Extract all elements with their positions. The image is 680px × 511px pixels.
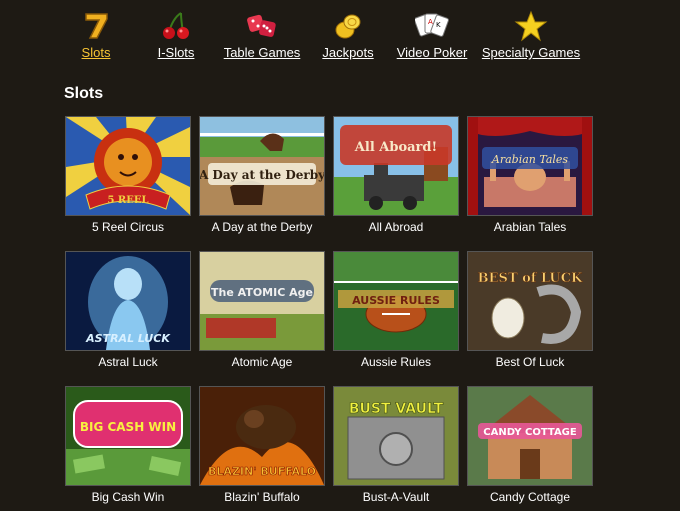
football-artwork: AUSSIE RULES	[334, 252, 458, 350]
svg-text:A: A	[428, 18, 433, 26]
game-logo-text: BLAZIN' BUFFALO	[208, 465, 316, 478]
game-tile-candy-cottage[interactable]: CANDY COTTAGE Candy Cottage	[467, 386, 593, 504]
game-title[interactable]: Astral Luck	[65, 355, 191, 369]
game-logo-text: All Aboard!	[354, 140, 437, 155]
game-logo-text: BIG CASH WIN	[80, 420, 176, 434]
game-thumbnail[interactable]: BEST of LUCK	[467, 251, 593, 351]
atomic-artwork: The ATOMIC Age	[200, 252, 324, 350]
game-tile-astral-luck[interactable]: ASTRAL LUCK Astral Luck	[65, 251, 191, 369]
game-logo-text: ASTRAL LUCK	[85, 332, 171, 345]
game-thumbnail[interactable]: A Day at the Derby	[199, 116, 325, 216]
game-tile-all-abroad[interactable]: All Aboard! All Abroad	[333, 116, 459, 234]
game-tile-blazin-buffalo[interactable]: BLAZIN' BUFFALO Blazin' Buffalo	[199, 386, 325, 504]
game-title[interactable]: Atomic Age	[199, 355, 325, 369]
nav-label: Video Poker	[396, 45, 468, 60]
game-logo-text: Arabian Tales	[491, 153, 569, 166]
nav-specialty-games[interactable]: Specialty Games	[480, 10, 582, 60]
palace-artwork: Arabian Tales	[468, 117, 592, 215]
game-title[interactable]: 5 Reel Circus	[65, 220, 191, 234]
nav-i-slots[interactable]: I-Slots	[156, 10, 196, 60]
vault-artwork: BUST VAULT	[334, 387, 458, 485]
candy-artwork: CANDY COTTAGE	[468, 387, 592, 485]
dice-icon	[247, 14, 276, 37]
star-icon	[514, 10, 548, 42]
astral-artwork: ASTRAL LUCK	[66, 252, 190, 350]
game-tile-a-day-at-the-derby[interactable]: A Day at the Derby A Day at the Derby	[199, 116, 325, 234]
game-thumbnail[interactable]: 5 REEL	[65, 116, 191, 216]
game-title[interactable]: Blazin' Buffalo	[199, 490, 325, 504]
game-tile-5-reel-circus[interactable]: 5 REEL 5 Reel Circus	[65, 116, 191, 234]
category-nav: Slots I-Slots Table Games Jackpots A K V…	[0, 10, 680, 66]
game-tile-atomic-age[interactable]: The ATOMIC Age Atomic Age	[199, 251, 325, 369]
game-logo-text: 5 REEL	[107, 195, 148, 206]
game-logo-text: The ATOMIC Age	[211, 286, 313, 299]
game-tile-arabian-tales[interactable]: Arabian Tales Arabian Tales	[467, 116, 593, 234]
nav-label: Specialty Games	[481, 45, 581, 60]
nav-video-poker[interactable]: A K Video Poker	[394, 10, 470, 60]
game-title[interactable]: All Abroad	[333, 220, 459, 234]
game-logo-text: AUSSIE RULES	[352, 294, 440, 307]
nav-jackpots[interactable]: Jackpots	[320, 10, 376, 60]
game-title[interactable]: A Day at the Derby	[199, 220, 325, 234]
game-logo-text: BEST of LUCK	[478, 271, 583, 286]
game-thumbnail[interactable]: AUSSIE RULES	[333, 251, 459, 351]
game-title[interactable]: Bust-A-Vault	[333, 490, 459, 504]
game-thumbnail[interactable]: BLAZIN' BUFFALO	[199, 386, 325, 486]
game-thumbnail[interactable]: BUST VAULT	[333, 386, 459, 486]
nav-label: Table Games	[223, 45, 301, 60]
cards-icon: A K	[415, 13, 449, 37]
game-logo-text: BUST VAULT	[349, 401, 444, 417]
nav-table-games[interactable]: Table Games	[222, 10, 302, 60]
cash-artwork: BIG CASH WIN	[66, 387, 190, 485]
game-tile-aussie-rules[interactable]: AUSSIE RULES Aussie Rules	[333, 251, 459, 369]
game-logo-text: CANDY COTTAGE	[483, 427, 577, 438]
derby-artwork: A Day at the Derby	[200, 117, 324, 215]
nav-label: I-Slots	[157, 45, 195, 60]
game-tile-bust-a-vault[interactable]: BUST VAULT Bust-A-Vault	[333, 386, 459, 504]
train-artwork: All Aboard!	[334, 117, 458, 215]
game-title[interactable]: Candy Cottage	[467, 490, 593, 504]
section-title: Slots	[64, 85, 104, 102]
game-title[interactable]: Aussie Rules	[333, 355, 459, 369]
game-logo-text: A Day at the Derby	[200, 168, 324, 182]
seven-icon	[85, 13, 108, 39]
lion-artwork: 5 REEL	[66, 117, 190, 215]
game-thumbnail[interactable]: The ATOMIC Age	[199, 251, 325, 351]
buffalo-artwork: BLAZIN' BUFFALO	[200, 387, 324, 485]
game-thumbnail[interactable]: BIG CASH WIN	[65, 386, 191, 486]
game-thumbnail[interactable]: ASTRAL LUCK	[65, 251, 191, 351]
game-tile-best-of-luck[interactable]: BEST of LUCK Best Of Luck	[467, 251, 593, 369]
svg-text:K: K	[436, 21, 441, 29]
game-thumbnail[interactable]: All Aboard!	[333, 116, 459, 216]
nav-label: Jackpots	[322, 45, 374, 60]
game-thumbnail[interactable]: CANDY COTTAGE	[467, 386, 593, 486]
game-title[interactable]: Big Cash Win	[65, 490, 191, 504]
game-thumbnail[interactable]: Arabian Tales	[467, 116, 593, 216]
coins-icon	[335, 14, 361, 39]
horseshoe-artwork: BEST of LUCK	[468, 252, 592, 350]
game-title[interactable]: Best Of Luck	[467, 355, 593, 369]
nav-slots[interactable]: Slots	[78, 10, 114, 60]
cherries-icon	[163, 12, 189, 39]
game-title[interactable]: Arabian Tales	[467, 220, 593, 234]
game-tile-big-cash-win[interactable]: BIG CASH WIN Big Cash Win	[65, 386, 191, 504]
nav-label: Slots	[81, 45, 111, 60]
